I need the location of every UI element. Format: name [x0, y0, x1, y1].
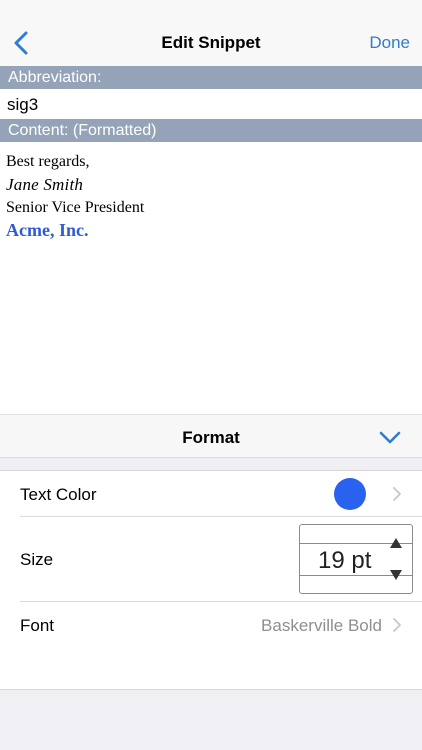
format-settings-group: Text Color Size 19 pt Font Baskerville B… — [0, 470, 422, 690]
chevron-right-icon — [393, 487, 401, 501]
triangle-up-icon[interactable] — [389, 537, 403, 549]
font-row[interactable]: Font Baskerville Bold — [20, 602, 422, 648]
done-button[interactable]: Done — [369, 33, 410, 53]
font-value: Baskerville Bold — [261, 616, 382, 635]
text-color-label: Text Color — [20, 485, 97, 504]
size-value: 19 pt — [318, 547, 372, 574]
content-editor[interactable]: Best regards, Jane Smith Senior Vice Pre… — [0, 142, 422, 414]
size-label: Size — [20, 550, 54, 569]
navigation-bar: Edit Snippet Done — [0, 0, 422, 66]
content-company: Acme, Inc. — [6, 220, 89, 240]
size-stepper[interactable]: 19 pt — [299, 524, 413, 594]
font-label: Font — [20, 616, 55, 635]
abbreviation-header: Abbreviation: — [0, 66, 422, 89]
content-signature: Jane Smith — [6, 175, 84, 194]
format-bar: Format — [0, 414, 422, 458]
triangle-down-icon[interactable] — [389, 569, 403, 581]
text-color-swatch[interactable] — [334, 478, 366, 510]
chevron-down-icon — [379, 431, 401, 444]
page-title: Edit Snippet — [161, 33, 261, 52]
format-title: Format — [182, 428, 240, 447]
chevron-right-icon — [393, 618, 401, 632]
abbreviation-input[interactable]: sig3 — [0, 90, 422, 119]
text-color-row[interactable]: Text Color — [20, 471, 422, 517]
size-row: Size 19 pt — [20, 517, 422, 602]
content-job-title: Senior Vice President — [6, 199, 145, 216]
content-header: Content: (Formatted) — [0, 119, 422, 142]
edit-snippet-screen: Edit Snippet Done Abbreviation: sig3 Con… — [0, 0, 422, 750]
collapse-format-button[interactable] — [378, 426, 402, 450]
content-greeting: Best regards, — [6, 153, 90, 170]
